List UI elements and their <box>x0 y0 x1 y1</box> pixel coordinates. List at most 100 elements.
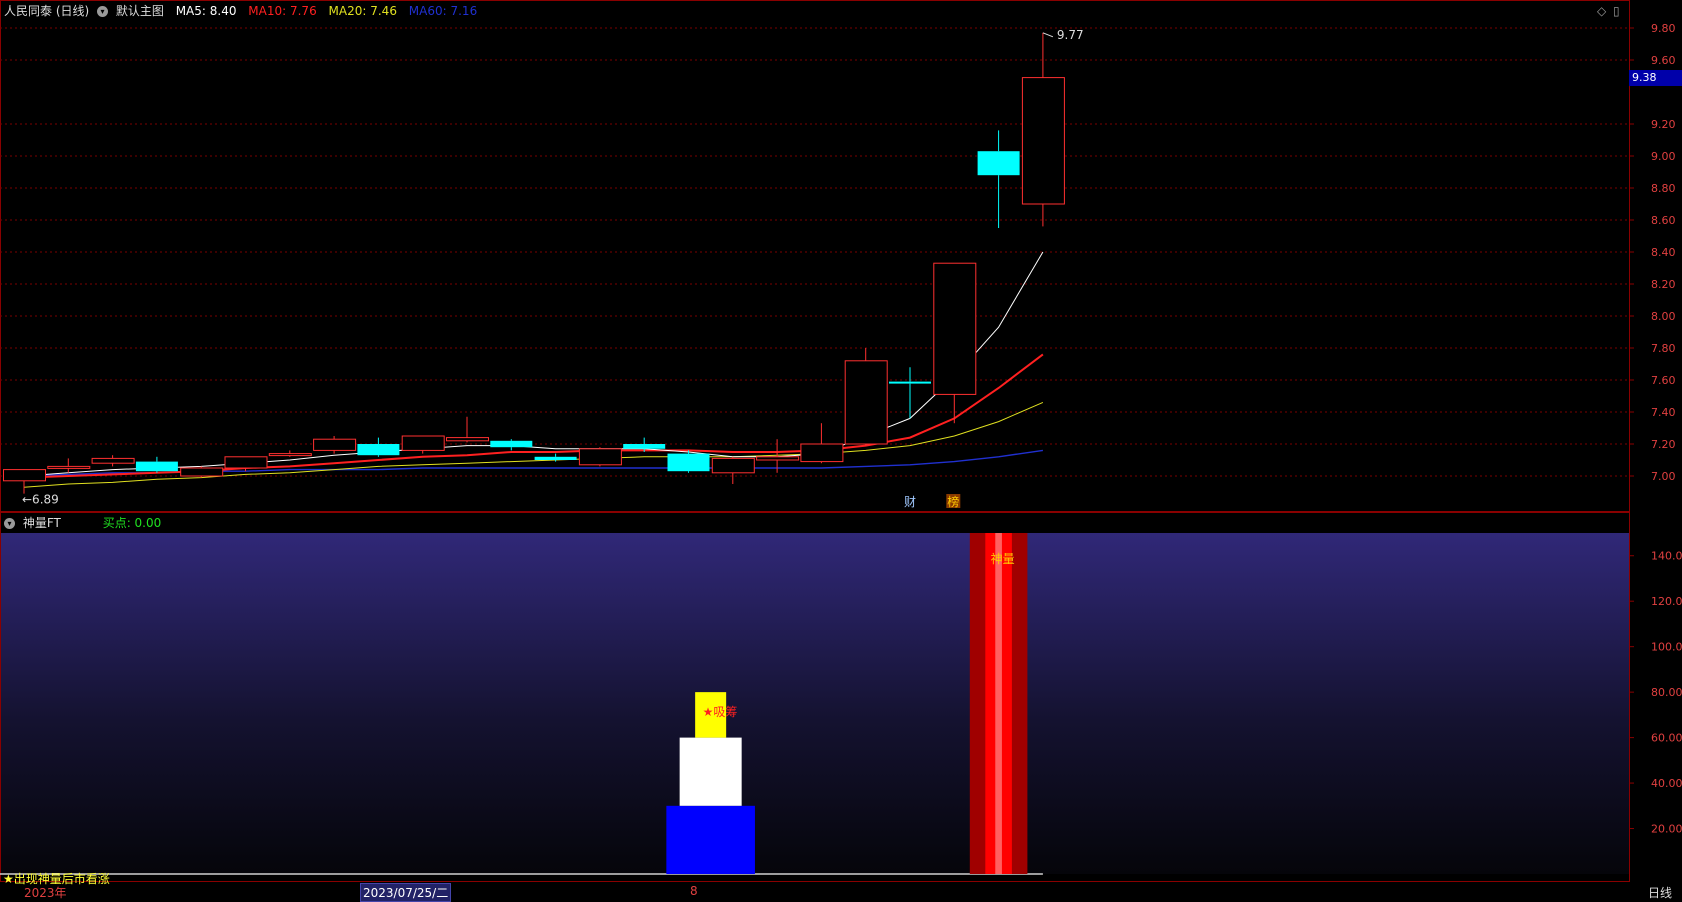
y-tick-label: 140.00 <box>1651 550 1682 563</box>
y-tick-label: 100.00 <box>1651 641 1682 654</box>
y-tick-label: 8.20 <box>1651 278 1676 291</box>
main-panel-border <box>0 0 1630 512</box>
y-tick-label: 7.20 <box>1651 438 1676 451</box>
candle-body <box>756 456 800 461</box>
candle-body <box>3 469 46 482</box>
candle-body <box>534 456 577 460</box>
candle <box>711 456 755 484</box>
candle <box>578 447 622 467</box>
candle-body <box>268 453 312 457</box>
buy-point-label: 买点: 0.00 <box>102 516 162 530</box>
candle <box>3 469 46 494</box>
y-tick-label: 9.80 <box>1651 22 1676 35</box>
candle <box>446 416 489 443</box>
ma10-line <box>23 353 1044 479</box>
y-tick-label: 7.80 <box>1651 342 1676 355</box>
candle-body <box>844 360 888 445</box>
candle-body <box>623 444 666 449</box>
ma5-line <box>23 251 1044 477</box>
high-price-label: 9.77 <box>1057 28 1084 42</box>
ma20-label: MA20: 7.46 <box>328 4 397 18</box>
candle <box>933 262 977 424</box>
candle <box>977 130 1020 228</box>
candle-body <box>135 461 178 472</box>
indicator-bar <box>995 533 1002 874</box>
candle <box>1021 32 1065 227</box>
candle <box>180 466 224 478</box>
finance-marker: 财 <box>904 495 916 509</box>
y-tick-label: 8.60 <box>1651 214 1676 227</box>
candle <box>357 437 400 457</box>
template-label[interactable]: 默认主图 <box>116 4 164 18</box>
candle-body <box>446 437 489 442</box>
y-tick-label: 9.20 <box>1651 118 1676 131</box>
y-tick-label: 9.00 <box>1651 150 1676 163</box>
candle-body <box>667 453 710 472</box>
diamond-icon[interactable]: ◇ <box>1597 4 1606 18</box>
candle <box>268 450 312 457</box>
current-price-tag: 9.38 <box>1629 70 1682 86</box>
y-tick-label: 7.40 <box>1651 406 1676 419</box>
y-tick-label: 8.00 <box>1651 310 1676 323</box>
candle <box>135 456 178 473</box>
shenliang-label: 神量 <box>991 552 1015 566</box>
candle-body <box>401 435 445 451</box>
main-legend: 人民同泰 (日线) ▾ 默认主图 MA5: 8.40 MA10: 7.76 MA… <box>4 3 481 19</box>
xichou-label: ★吸筹 <box>703 705 738 719</box>
indicator-bar <box>679 737 742 806</box>
y-tick-label: 20.00 <box>1651 823 1682 836</box>
candle <box>800 423 844 464</box>
y-tick-label: 7.60 <box>1651 374 1676 387</box>
candle-body <box>490 440 533 448</box>
indicator-name[interactable]: 神量FT <box>23 516 61 530</box>
y-tick-label: 8.40 <box>1651 246 1676 259</box>
high-pointer <box>1042 32 1054 38</box>
chevron-down-icon[interactable]: ▾ <box>97 6 109 17</box>
candle-body <box>1021 77 1065 205</box>
sub-legend: ▾ 神量FT 买点: 0.00 <box>4 515 165 531</box>
candle-body <box>977 151 1020 176</box>
candle-body <box>224 456 268 469</box>
candle-body <box>313 438 357 451</box>
candle-body <box>800 443 844 463</box>
candle-body <box>889 381 931 384</box>
candle-body <box>180 467 224 477</box>
y-tick-label: 80.00 <box>1651 686 1682 699</box>
candle <box>889 367 931 419</box>
candle <box>313 436 357 454</box>
y-tick-label: 40.00 <box>1651 777 1682 790</box>
candle <box>844 348 888 446</box>
chevron-down-icon[interactable]: ▾ <box>4 518 15 529</box>
candle-body <box>711 457 755 474</box>
rank-marker: 榜 <box>947 494 959 509</box>
candle-body <box>357 444 400 456</box>
y-tick-label: 8.80 <box>1651 182 1676 195</box>
y-tick-label: 120.00 <box>1651 595 1682 608</box>
candle <box>91 455 135 467</box>
ma5-label: MA5: 8.40 <box>175 4 237 18</box>
period-button[interactable]: 日线 <box>1648 884 1672 901</box>
y-tick-label: 7.00 <box>1651 470 1676 483</box>
candle-body <box>933 262 977 395</box>
indicator-bar <box>666 805 755 874</box>
price-chart[interactable]: 9.80 9.60 9.20 9.00 8.80 8.60 8.40 8.20 8.00 7.80… <box>0 0 1682 512</box>
candle-body <box>47 465 91 469</box>
ma60-label: MA60: 7.16 <box>408 4 478 18</box>
stock-title[interactable]: 人民同泰 (日线) <box>4 4 89 18</box>
candle <box>490 439 533 451</box>
close-icon[interactable]: ▯ <box>1613 4 1620 18</box>
low-price-label: ←6.89 <box>22 493 59 507</box>
y-tick-label: 60.00 <box>1651 732 1682 745</box>
candle-body <box>91 457 135 464</box>
candle <box>47 458 91 473</box>
candle <box>667 450 710 473</box>
volume-indicator-chart[interactable]: 140.00 120.00 100.00 80.00 60.00 40.00 20.00 ★吸… <box>0 512 1682 882</box>
candle-body <box>578 448 622 466</box>
ma20-line <box>23 401 1044 488</box>
date-year-label: 2023年 <box>24 886 67 900</box>
date-mark-label: 8 <box>690 884 698 898</box>
ma10-label: MA10: 7.76 <box>248 4 317 18</box>
cursor-date-label: 2023/07/25/二 <box>360 883 452 902</box>
sub-panel-background <box>1 533 1629 874</box>
candle <box>401 435 445 454</box>
